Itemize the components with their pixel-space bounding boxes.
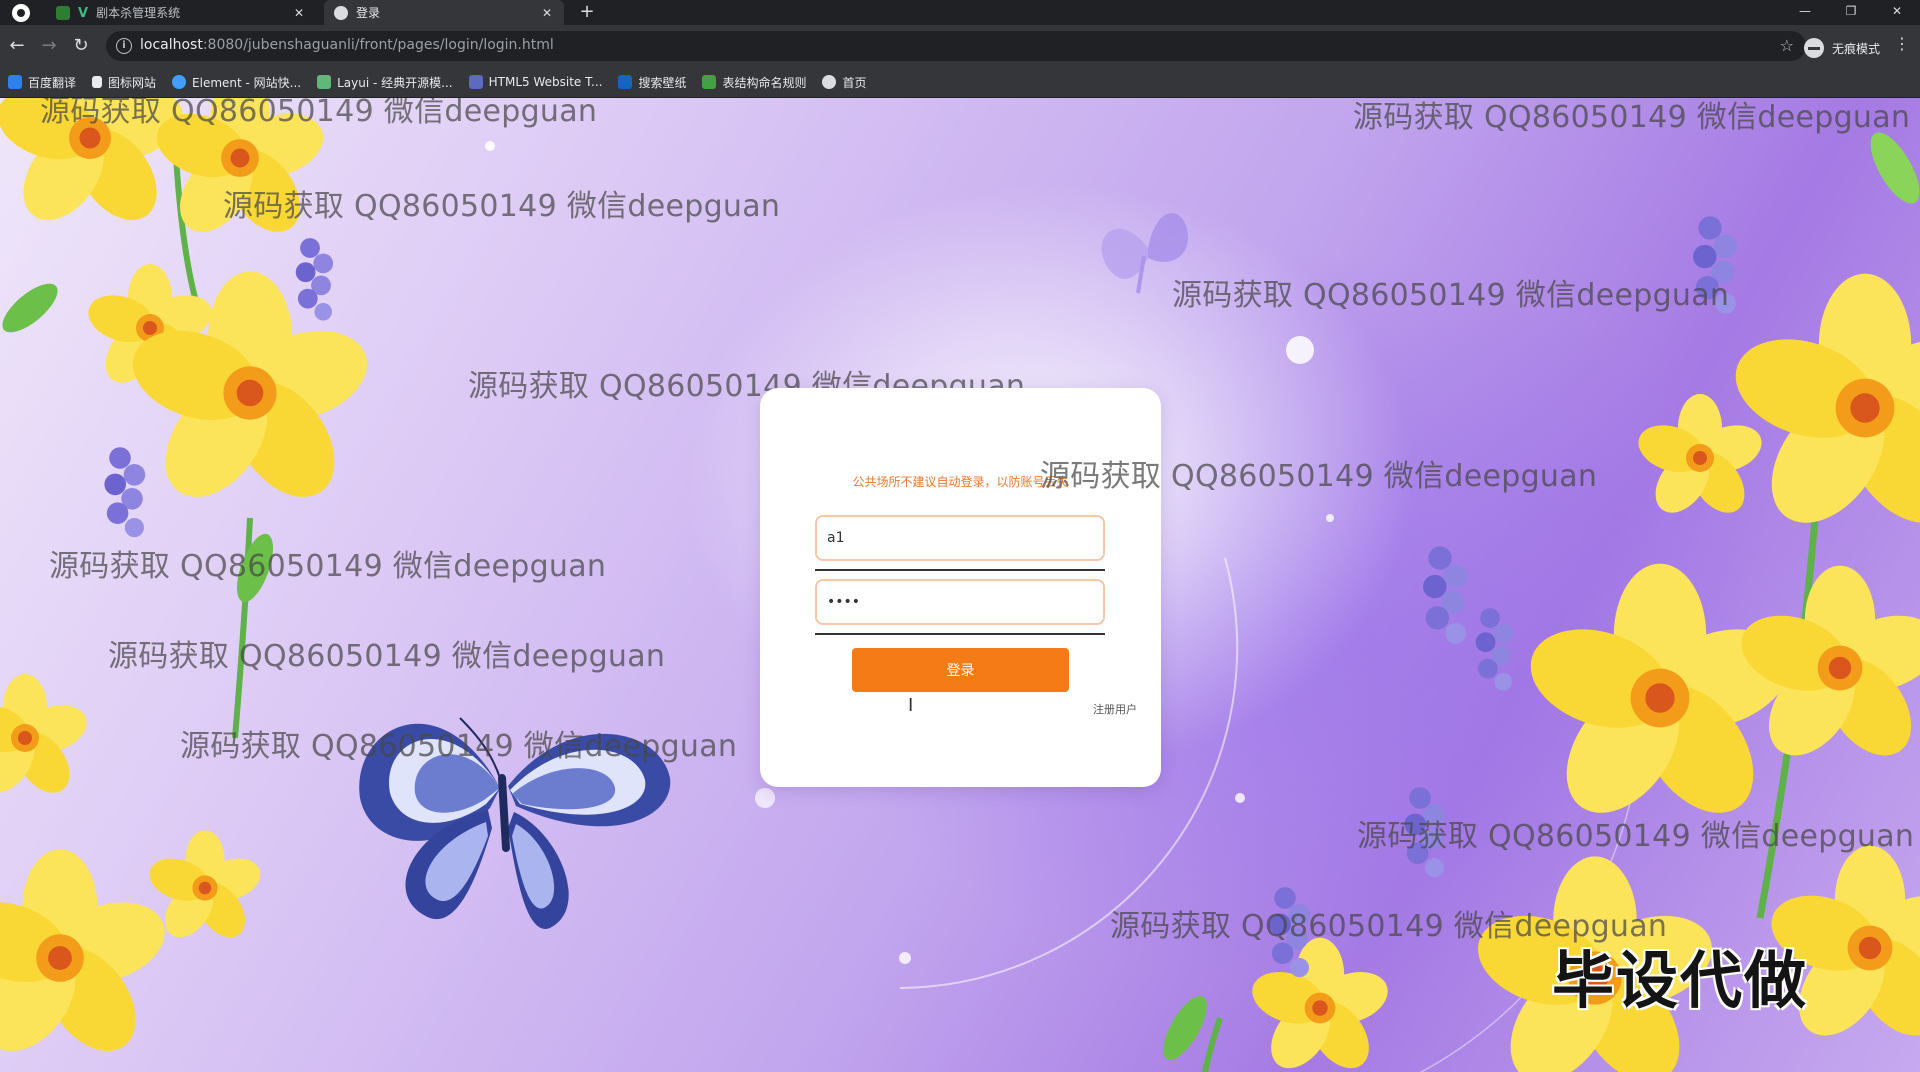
site-favicon-icon (56, 5, 70, 20)
flag-icon (92, 76, 103, 88)
watermark-text: 源码获取 QQ86050149 微信deepguan (1357, 819, 1915, 854)
promo-text: 毕设代做 (1552, 944, 1809, 1017)
watermark-text: 源码获取 QQ86050149 微信deepguan (40, 98, 598, 129)
minimize-button[interactable]: — (1782, 0, 1828, 25)
register-link[interactable]: 注册用户 (1093, 701, 1137, 717)
password-input[interactable] (815, 579, 1105, 625)
login-page: 源码获取 QQ86050149 微信deepguan 源码获取 QQ860501… (0, 98, 1920, 1072)
text-cursor-icon: I (908, 695, 914, 716)
login-button[interactable]: 登录 (852, 648, 1069, 692)
tab-title: 登录 (356, 6, 381, 20)
login-form: 公共场所不建议自动登录，以防账号丢失 登录 注册用户 (760, 388, 1161, 787)
globe-icon (822, 75, 837, 89)
info-icon[interactable]: i (116, 38, 132, 54)
reload-button[interactable]: ↻ (68, 33, 94, 59)
close-window-button[interactable]: ✕ (1874, 0, 1920, 25)
bookmarks-bar: 百度翻译 图标网站 Element - 网站快... Layui - 经典开源模… (0, 67, 1920, 98)
close-icon[interactable]: ✕ (540, 6, 554, 20)
bookmark-item[interactable]: 百度翻译 (8, 74, 76, 91)
username-input[interactable] (815, 515, 1105, 561)
close-icon[interactable]: ✕ (292, 6, 306, 20)
back-button[interactable]: ← (4, 33, 30, 59)
browser-toolbar: ← → ↻ i localhost:8080/jubenshaguanli/fr… (0, 25, 1920, 67)
watermark-text: 源码获取 QQ86050149 微信deepguan (108, 639, 666, 674)
watermark-text: 源码获取 QQ86050149 微信deepguan (1172, 278, 1730, 313)
browser-logo-icon (12, 4, 30, 22)
password-field (815, 579, 1105, 635)
bookmark-item[interactable]: 表结构命名规则 (702, 74, 806, 91)
incognito-label: 无痕模式 (1831, 41, 1880, 56)
bookmark-star-icon[interactable]: ☆ (1780, 36, 1794, 55)
bookmark-item[interactable]: 首页 (822, 74, 867, 91)
watermark-text: 源码获取 QQ86050149 微信deepguan (1040, 459, 1598, 494)
watermark-text: 源码获取 QQ86050149 微信deepguan (223, 189, 781, 224)
layui-icon (317, 75, 332, 89)
bookmark-item[interactable]: Layui - 经典开源模... (317, 74, 453, 91)
tab-title: 剧本杀管理系统 (96, 6, 181, 20)
address-bar[interactable]: i localhost:8080/jubenshaguanli/front/pa… (106, 31, 1806, 61)
url-text[interactable]: localhost:8080/jubenshaguanli/front/page… (140, 37, 554, 53)
bookmark-item[interactable]: Element - 网站快... (172, 74, 301, 91)
doc-icon (702, 75, 717, 89)
element-icon (172, 75, 187, 89)
watermark-text: 源码获取 QQ86050149 微信deepguan (49, 549, 607, 584)
watermark-text: 源码获取 QQ86050149 微信deepguan (180, 729, 738, 764)
wallpaper-icon (618, 75, 633, 89)
username-field (815, 515, 1105, 571)
html5-icon (468, 75, 483, 89)
watermark-text: 源码获取 QQ86050149 微信deepguan (1353, 100, 1911, 135)
translate-icon (8, 75, 22, 89)
window-controls: — ❐ ✕ (1782, 0, 1920, 25)
vue-icon: V (78, 5, 89, 21)
incognito-indicator[interactable]: 无痕模式 (1803, 38, 1880, 58)
bookmark-item[interactable]: HTML5 Website T... (468, 75, 602, 89)
incognito-icon (1803, 38, 1824, 58)
username-underline (815, 569, 1105, 571)
restore-button[interactable]: ❐ (1828, 0, 1874, 25)
bookmark-item[interactable]: 搜索壁纸 (618, 74, 686, 91)
tab-login[interactable]: 登录 ✕ (324, 0, 564, 25)
tab-strip: V 剧本杀管理系统 ✕ 登录 ✕ + — ❐ ✕ (0, 0, 1920, 25)
new-tab-button[interactable]: + (576, 0, 598, 25)
tab-admin[interactable]: V 剧本杀管理系统 ✕ (46, 0, 316, 25)
globe-icon (334, 5, 348, 20)
more-menu-icon[interactable]: ⋮ (1892, 34, 1912, 53)
bookmark-item[interactable]: 图标网站 (92, 74, 156, 91)
forward-button[interactable]: → (36, 33, 62, 59)
password-underline (815, 633, 1105, 635)
